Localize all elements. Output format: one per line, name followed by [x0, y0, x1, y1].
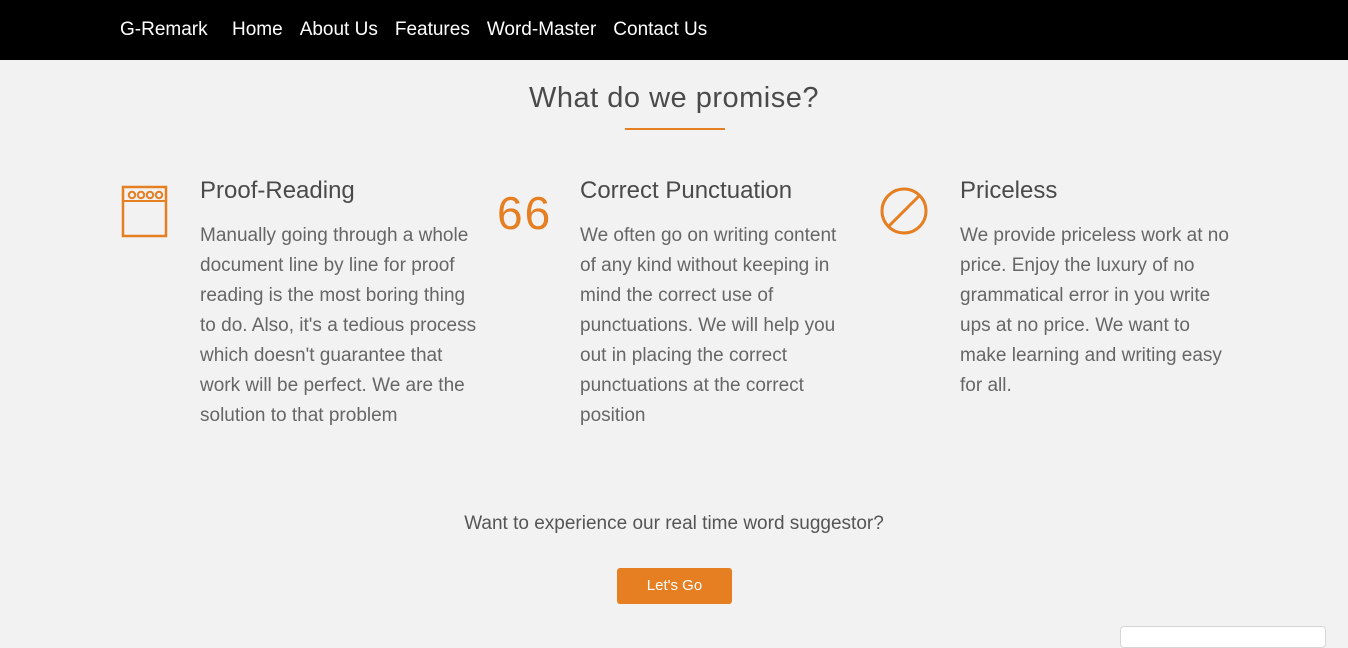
title-underline — [625, 128, 725, 130]
nav-link-home[interactable]: Home — [232, 18, 283, 42]
quote-icon: 66 — [497, 187, 553, 239]
notepad-icon — [121, 184, 169, 240]
corner-widget — [1120, 626, 1326, 648]
nav-link-features[interactable]: Features — [395, 18, 470, 42]
nav-link-about-us[interactable]: About Us — [300, 18, 378, 42]
lets-go-button[interactable]: Let's Go — [617, 568, 732, 604]
feature-text-proof-reading: Manually going through a whole document … — [200, 225, 477, 426]
feature-title-proof-reading: Proof-Reading — [200, 177, 355, 204]
nav-link-contact-us[interactable]: Contact Us — [613, 18, 707, 42]
feature-text-priceless: We provide priceless work at no price. E… — [960, 225, 1229, 396]
nav-links: Home About Us Features Word-Master Conta… — [232, 18, 707, 42]
feature-title-priceless: Priceless — [960, 177, 1058, 204]
feature-title-correct-punctuation: Correct Punctuation — [580, 177, 793, 204]
nav-link-word-master[interactable]: Word-Master — [487, 18, 596, 42]
section-title: What do we promise? — [529, 82, 819, 114]
top-navbar: G-Remark Home About Us Features Word-Mas… — [0, 0, 1348, 60]
prohibited-icon — [879, 185, 931, 237]
brand-link[interactable]: G-Remark — [120, 18, 208, 42]
cta-prompt-text: Want to experience our real time word su… — [464, 513, 884, 534]
feature-text-correct-punctuation: We often go on writing content of any ki… — [580, 225, 837, 426]
